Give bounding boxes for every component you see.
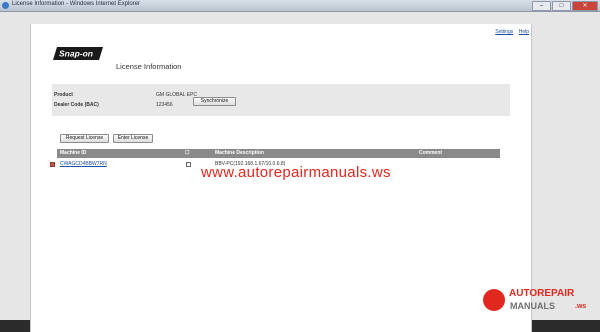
column-machine-id: Machine ID bbox=[60, 150, 87, 156]
product-value: GM GLOBAL EPC bbox=[156, 92, 197, 98]
help-link[interactable]: Help bbox=[519, 29, 529, 35]
machine-id-link[interactable]: CWAGCD4BBW7RN bbox=[60, 161, 107, 167]
license-page: Settings Help Snap-on License Informatio… bbox=[30, 24, 532, 332]
badge-logo-icon bbox=[483, 289, 505, 311]
window-title: License Information - Windows Internet E… bbox=[12, 1, 141, 7]
row-checkbox[interactable] bbox=[186, 162, 191, 167]
top-links: Settings Help bbox=[491, 29, 529, 35]
synchronize-button[interactable]: Synchronize bbox=[193, 97, 236, 106]
dealer-code-value: 123456 bbox=[156, 102, 173, 108]
watermark-text: www.autorepairmanuals.ws bbox=[201, 164, 391, 181]
window-titlebar: License Information - Windows Internet E… bbox=[0, 0, 600, 12]
settings-link[interactable]: Settings bbox=[495, 29, 513, 35]
dealer-code-label: Dealer Code (BAC) bbox=[54, 102, 99, 108]
snap-on-logo: Snap-on bbox=[53, 47, 103, 60]
logo-text: Snap-on bbox=[59, 49, 93, 59]
window-controls: – □ ✕ bbox=[532, 1, 598, 11]
page-title: License Information bbox=[116, 62, 182, 71]
browser-viewport: Settings Help Snap-on License Informatio… bbox=[0, 12, 600, 332]
maximize-button[interactable]: □ bbox=[552, 1, 571, 11]
badge-line2: MANUALS bbox=[510, 301, 555, 311]
close-button[interactable]: ✕ bbox=[572, 1, 598, 11]
badge-line1: AUTOREPAIR bbox=[509, 288, 575, 299]
license-table-header: Machine ID ☐ Machine Description Comment bbox=[57, 149, 500, 158]
badge-suffix: .ws bbox=[575, 303, 587, 310]
column-comment: Comment bbox=[419, 150, 443, 156]
column-select: ☐ bbox=[185, 150, 190, 156]
product-label: Product bbox=[54, 92, 73, 98]
request-license-button[interactable]: Request License bbox=[60, 134, 109, 143]
license-info-panel: Product GM GLOBAL EPC Dealer Code (BAC) … bbox=[52, 84, 510, 116]
row-marker-icon bbox=[50, 162, 55, 167]
column-machine-description: Machine Description bbox=[215, 150, 264, 156]
enter-license-button[interactable]: Enter License bbox=[113, 134, 153, 143]
internet-explorer-icon bbox=[2, 2, 9, 9]
autorepairmanuals-badge: AUTOREPAIR MANUALS .ws bbox=[480, 286, 598, 318]
minimize-button[interactable]: – bbox=[532, 1, 551, 11]
